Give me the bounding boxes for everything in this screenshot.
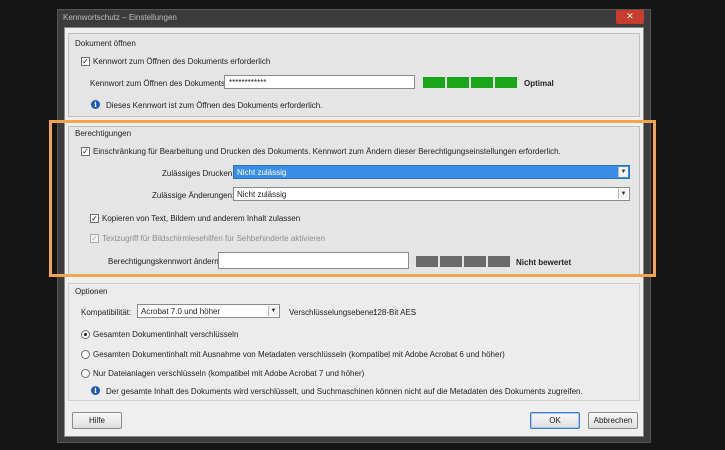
open-password-label: Kennwort zum Öffnen des Dokuments:: [90, 79, 228, 88]
radio-encrypt-attachments-label: Nur Dateianlagen verschlüsseln (kompatib…: [93, 369, 365, 378]
open-password-strength-meter: [423, 77, 517, 89]
options-section-title: Optionen: [75, 287, 108, 296]
strength-segment: [471, 77, 493, 88]
allow-copy-checkbox[interactable]: ✓: [90, 214, 99, 223]
dialog-window: Kennwortschutz – Einstellungen ✕ Dokumen…: [57, 9, 651, 443]
permission-password-strength-label: Nicht bewertet: [516, 258, 572, 267]
strength-segment: [464, 256, 486, 267]
strength-segment: [447, 77, 469, 88]
permission-password-field[interactable]: [218, 252, 409, 269]
compat-select-value: Acrobat 7.0 und höher: [141, 307, 221, 316]
radio-encrypt-attachments[interactable]: [81, 369, 90, 378]
cancel-button[interactable]: Abbrechen: [588, 412, 638, 429]
open-password-field[interactable]: ************: [224, 75, 415, 89]
chevron-down-icon[interactable]: ▼: [268, 306, 278, 316]
info-icon: i: [91, 386, 100, 395]
compat-select[interactable]: Acrobat 7.0 und höher ▼: [137, 304, 280, 318]
chevron-down-icon[interactable]: ▼: [618, 189, 628, 199]
title-bar[interactable]: Kennwortschutz – Einstellungen ✕: [58, 10, 650, 27]
ok-button[interactable]: OK: [530, 412, 580, 429]
require-password-label: Kennwort zum Öffnen des Dokuments erford…: [93, 57, 271, 66]
changes-select[interactable]: Nicht zulässig ▼: [233, 187, 630, 201]
printing-select[interactable]: Nicht zulässig ▼: [233, 165, 630, 179]
radio-encrypt-except-metadata[interactable]: [81, 350, 90, 359]
radio-encrypt-all[interactable]: [81, 330, 90, 339]
strength-segment: [423, 77, 445, 88]
radio-encrypt-all-label: Gesamten Dokumentinhalt verschlüsseln: [93, 330, 239, 339]
restrict-permissions-checkbox[interactable]: ✓: [81, 147, 90, 156]
permission-password-strength-meter: [416, 256, 510, 268]
open-info-text: Dieses Kennwort ist zum Öffnen des Dokum…: [106, 101, 323, 110]
close-button[interactable]: ✕: [616, 10, 644, 24]
permission-password-label: Berechtigungskennwort ändern:: [108, 257, 221, 266]
restrict-permissions-label: Einschränkung für Bearbeitung und Drucke…: [93, 147, 561, 156]
encryption-value: 128-Bit AES: [373, 308, 417, 317]
screenreader-access-checkbox: ✓: [90, 234, 99, 243]
strength-segment: [440, 256, 462, 267]
options-info-text: Der gesamte Inhalt des Dokuments wird ve…: [106, 387, 583, 396]
chevron-down-icon[interactable]: ▼: [618, 167, 628, 177]
screenreader-access-label: Textzugriff für Bildschirmlesehilfen für…: [102, 234, 326, 243]
strength-segment: [416, 256, 438, 267]
changes-select-value: Nicht zulässig: [237, 190, 287, 199]
help-button[interactable]: Hilfe: [72, 412, 122, 429]
require-password-checkbox[interactable]: ✓: [81, 57, 90, 66]
radio-encrypt-except-metadata-label: Gesamten Dokumentinhalt mit Ausnahme von…: [93, 350, 505, 359]
close-icon: ✕: [626, 11, 634, 21]
open-section-title: Dokument öffnen: [75, 39, 136, 48]
open-password-strength-label: Optimal: [524, 79, 554, 88]
permissions-section-title: Berechtigungen: [75, 129, 132, 138]
printing-label: Zulässiges Drucken:: [162, 169, 235, 178]
printing-select-value: Nicht zulässig: [237, 168, 287, 177]
dialog-content: Dokument öffnen ✓ Kennwort zum Öffnen de…: [64, 27, 644, 437]
allow-copy-label: Kopieren von Text, Bildern und anderem I…: [102, 214, 301, 223]
info-icon: i: [91, 100, 100, 109]
encryption-label: Verschlüsselungsebene:: [289, 308, 376, 317]
strength-segment: [495, 77, 517, 88]
options-section: [68, 283, 640, 401]
changes-label: Zulässige Änderungen:: [152, 191, 235, 200]
compat-label: Kompatibilität:: [81, 308, 132, 317]
window-title: Kennwortschutz – Einstellungen: [63, 13, 177, 22]
strength-segment: [488, 256, 510, 267]
